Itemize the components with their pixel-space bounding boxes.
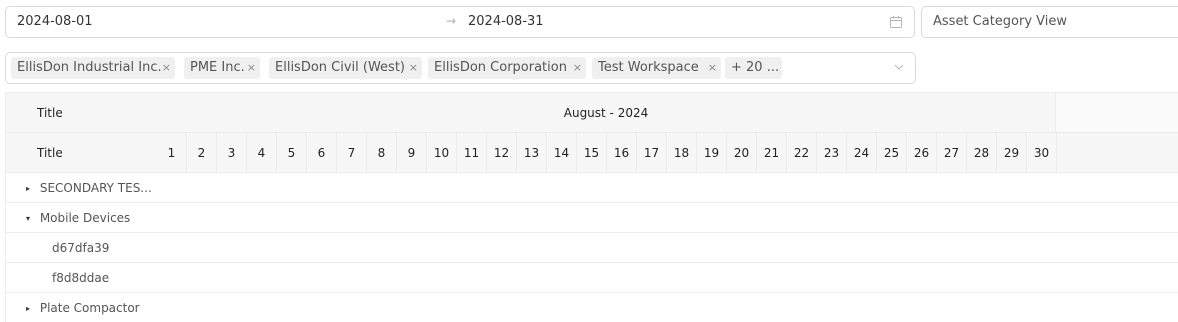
expand-caret-icon[interactable]: ▸: [26, 294, 36, 322]
asset-row[interactable]: f8d8ddae: [6, 263, 157, 293]
day-header-cell: 5: [277, 133, 307, 173]
asset-row[interactable]: d67dfa39: [6, 233, 157, 263]
workspace-tag-label: EllisDon Corporation: [434, 60, 567, 75]
day-header-cell: 27: [937, 133, 967, 173]
tag-remove-icon[interactable]: ×: [573, 57, 582, 79]
day-header-cell: 19: [697, 133, 727, 173]
workspace-tag-label: PME Inc.: [190, 60, 245, 75]
day-header-cell: 1: [157, 133, 187, 173]
workspace-tag: EllisDon Industrial Inc. ×: [11, 57, 175, 79]
day-header-cell: 3: [217, 133, 247, 173]
day-header-cell: 24: [847, 133, 877, 173]
workspace-tag: EllisDon Corporation ×: [428, 57, 586, 79]
row-label: Mobile Devices: [39, 211, 131, 225]
timeline-row: [157, 203, 1178, 233]
day-header-cell: 30: [1027, 133, 1057, 173]
day-header-cell: 14: [547, 133, 577, 173]
category-row-mobile-devices[interactable]: ▾ Mobile Devices: [6, 203, 157, 233]
category-row-plate-compactor[interactable]: ▸ Plate Compactor: [6, 293, 157, 322]
day-header-cell: 26: [907, 133, 937, 173]
day-header-cell: 23: [817, 133, 847, 173]
day-header-cell: 12: [487, 133, 517, 173]
chevron-down-icon[interactable]: [893, 61, 905, 73]
calendar-icon[interactable]: [889, 15, 903, 29]
day-header-cell: 15: [577, 133, 607, 173]
timeline-grid: Title Title ▸ SECONDARY TES... ▾ Mobile …: [5, 92, 1178, 322]
expand-caret-icon[interactable]: ▸: [26, 174, 36, 202]
timeline-row: [157, 293, 1178, 322]
day-header-cell: 11: [457, 133, 487, 173]
workspace-tag-label: Test Workspace: [598, 60, 699, 75]
month-header: August - 2024: [157, 93, 1056, 133]
tag-remove-icon[interactable]: ×: [708, 57, 717, 79]
workspace-tag-label: EllisDon Industrial Inc.: [17, 60, 162, 75]
tag-remove-icon[interactable]: ×: [247, 57, 256, 79]
column-header-title: Title: [6, 133, 157, 173]
row-label: d67dfa39: [52, 241, 110, 255]
tag-remove-icon[interactable]: ×: [409, 57, 418, 79]
day-header-cell: 22: [787, 133, 817, 173]
day-header-cell: 9: [397, 133, 427, 173]
day-header-row: 1 2 3 4 5 6 7 8 9 10 11 12 13 14 15 16 17 18 19 20 21 22 23 24 2…: [157, 133, 1178, 173]
day-header-cell: 21: [757, 133, 787, 173]
day-header-cell: 25: [877, 133, 907, 173]
row-label: SECONDARY TES...: [39, 181, 152, 195]
row-label: f8d8ddae: [52, 271, 110, 285]
day-header-cell: 29: [997, 133, 1027, 173]
workspace-tag-label: EllisDon Civil (West): [275, 60, 405, 75]
row-label: Plate Compactor: [39, 301, 140, 315]
timeline-row: [157, 233, 1178, 263]
more-tags-label: + 20 ...: [731, 60, 780, 75]
workspace-tag: Test Workspace ×: [592, 57, 721, 79]
month-header-next: [1056, 93, 1178, 133]
date-range-arrow-icon: →: [446, 14, 457, 28]
category-row-secondary[interactable]: ▸ SECONDARY TES...: [6, 173, 157, 203]
day-header-cell: 18: [667, 133, 697, 173]
more-tags-badge[interactable]: + 20 ...: [725, 57, 782, 79]
view-select[interactable]: Asset Category View: [921, 6, 1178, 38]
day-header-cell: 7: [337, 133, 367, 173]
date-start-input[interactable]: 2024-08-01: [17, 14, 93, 29]
day-header-cell: 8: [367, 133, 397, 173]
day-header-cell: 28: [967, 133, 997, 173]
workspace-tag: PME Inc. ×: [184, 57, 260, 79]
day-header-cell: 6: [307, 133, 337, 173]
day-header-cell: 16: [607, 133, 637, 173]
collapse-caret-icon[interactable]: ▾: [26, 204, 36, 232]
day-header-cell: 17: [637, 133, 667, 173]
date-end-input[interactable]: 2024-08-31: [468, 14, 544, 29]
workspace-multiselect[interactable]: EllisDon Industrial Inc. × PME Inc. × El…: [5, 52, 916, 84]
column-header-title: Title: [6, 93, 157, 133]
day-header-cell: 20: [727, 133, 757, 173]
date-range-picker[interactable]: 2024-08-01 → 2024-08-31: [5, 6, 915, 38]
title-column: Title Title ▸ SECONDARY TES... ▾ Mobile …: [6, 93, 157, 322]
tag-remove-icon[interactable]: ×: [162, 57, 171, 79]
day-header-cell: 13: [517, 133, 547, 173]
timeline-row: [157, 173, 1178, 203]
day-header-cell: 10: [427, 133, 457, 173]
day-header-cell: 4: [247, 133, 277, 173]
workspace-tag: EllisDon Civil (West) ×: [269, 57, 422, 79]
timeline-row: [157, 263, 1178, 293]
view-select-value: Asset Category View: [933, 14, 1068, 29]
day-header-cell: 2: [187, 133, 217, 173]
